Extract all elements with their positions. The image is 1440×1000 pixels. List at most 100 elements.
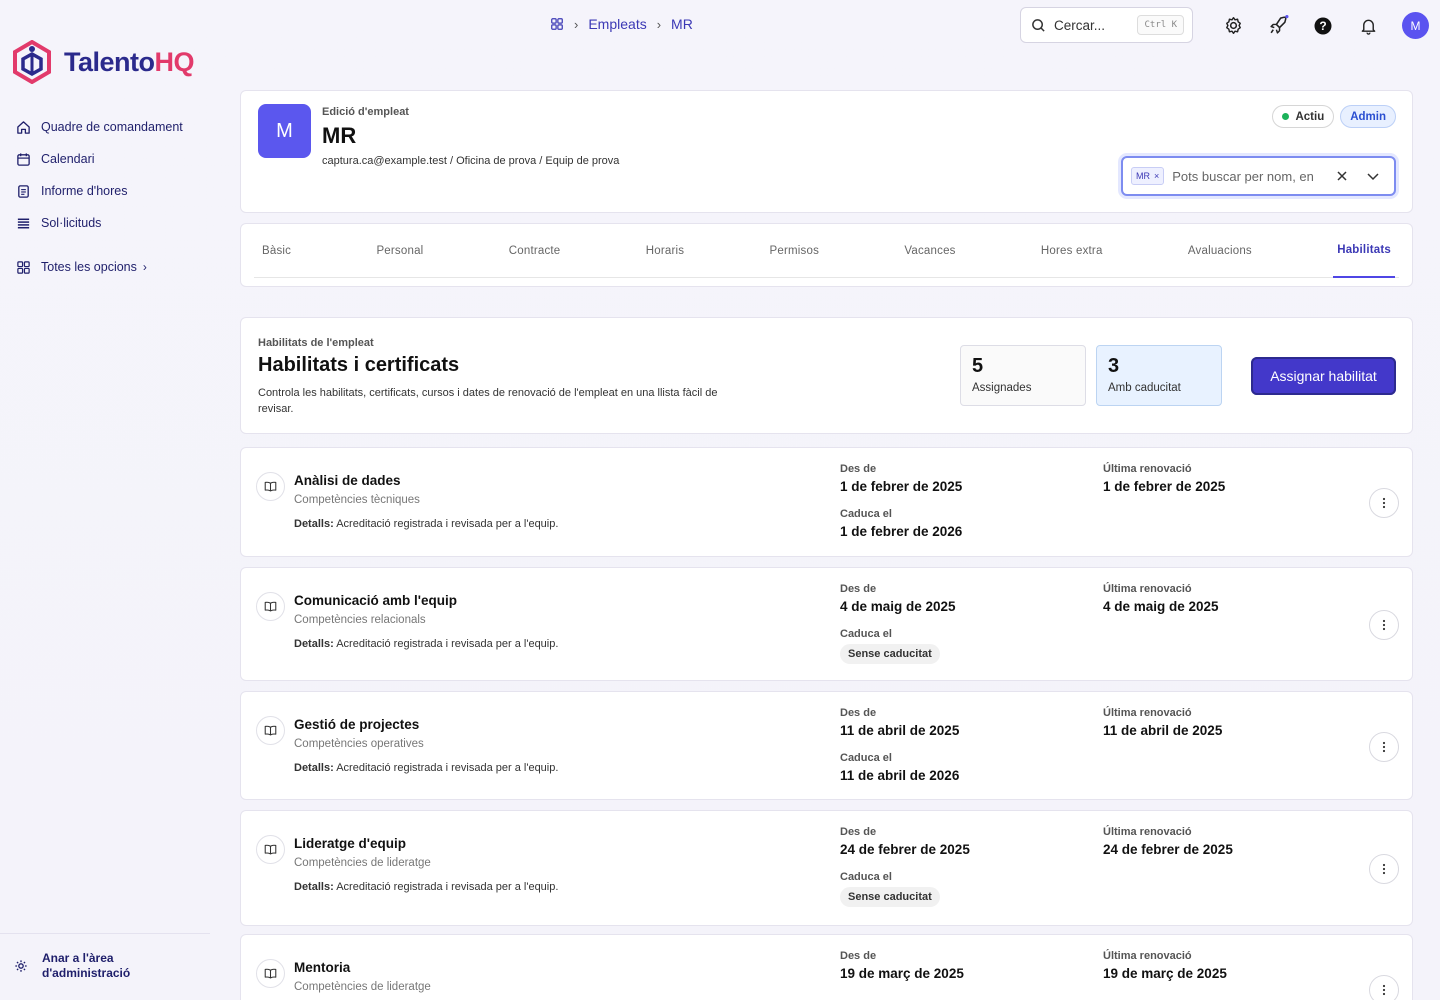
- global-search[interactable]: Cercar... Ctrl K: [1020, 7, 1193, 43]
- employee-meta: captura.ca@example.test / Oficina de pro…: [322, 155, 619, 167]
- tab-contract[interactable]: Contracte: [505, 224, 565, 278]
- from-value: 24 de febrer de 2025: [840, 842, 970, 857]
- renewal-field: Última renovació 24 de febrer de 2025: [1103, 826, 1233, 857]
- search-placeholder: Cercar...: [1054, 17, 1106, 33]
- book-open-icon: [264, 481, 277, 492]
- skill-card: Gestió de projectes Competències operativ…: [240, 691, 1413, 800]
- role-badge: Admin: [1340, 105, 1396, 128]
- employee-selector-input[interactable]: Pots buscar per nom, en: [1172, 169, 1328, 184]
- sidebar-item-dashboard[interactable]: Quadre de comandament: [16, 111, 216, 143]
- calendar-icon: [17, 152, 30, 166]
- sidebar-item-requests[interactable]: Sol·licituds: [16, 207, 216, 239]
- details-text: Acreditació registrada i revisada per a …: [336, 762, 559, 774]
- from-value: 1 de febrer de 2025: [840, 479, 963, 494]
- expires-label: Caduca el: [840, 871, 892, 883]
- skill-category: Competències relacionals: [294, 614, 426, 626]
- notifications-button[interactable]: [1357, 13, 1379, 39]
- details-text: Acreditació registrada i revisada per a …: [336, 638, 559, 650]
- renewal-field: Última renovació 1 de febrer de 2025: [1103, 463, 1225, 494]
- skill-name: Anàlisi de dades: [294, 473, 401, 488]
- whats-new-button[interactable]: [1267, 13, 1289, 39]
- expires-label: Caduca el: [840, 508, 892, 520]
- assigned-count: 5: [972, 355, 984, 377]
- more-vertical-icon: [1382, 619, 1386, 631]
- clear-icon[interactable]: [1336, 170, 1348, 182]
- skill-options-button[interactable]: [1369, 975, 1399, 1000]
- settings-button[interactable]: [1222, 13, 1244, 39]
- renewal-value: 24 de febrer de 2025: [1103, 842, 1233, 857]
- tab-skills[interactable]: Habilitats: [1333, 224, 1395, 278]
- renewal-label: Última renovació: [1103, 707, 1192, 719]
- skill-details: Detalls: Acreditació registrada i revisa…: [294, 881, 558, 893]
- skill-details: Detalls: Acreditació registrada i revisa…: [294, 518, 558, 530]
- skill-name: Gestió de projectes: [294, 717, 420, 732]
- tab-personal[interactable]: Personal: [372, 224, 427, 278]
- renewal-field: Última renovació 4 de maig de 2025: [1103, 583, 1219, 614]
- employee-overline: Edició d'empleat: [322, 106, 409, 118]
- top-actions: ? M: [1222, 12, 1429, 39]
- from-label: Des de: [840, 583, 877, 595]
- details-label: Detalls:: [294, 518, 334, 530]
- from-label: Des de: [840, 463, 877, 475]
- expires-label: Caduca el: [840, 752, 892, 764]
- from-label: Des de: [840, 707, 877, 719]
- expiring-count: 3: [1108, 355, 1120, 377]
- from-value: 19 de març de 2025: [840, 966, 964, 981]
- details-label: Detalls:: [294, 762, 334, 774]
- skill-options-button[interactable]: [1369, 732, 1399, 762]
- status-dot: [1282, 113, 1290, 120]
- book-icon: [256, 592, 285, 621]
- employee-header-card: M Edició d'empleat MR captura.ca@example…: [240, 90, 1413, 213]
- skill-options-button[interactable]: [1369, 488, 1399, 518]
- brand-logo[interactable]: TalentoHQ: [12, 40, 194, 84]
- employee-office: Oficina de prova: [456, 155, 537, 167]
- more-vertical-icon: [1382, 741, 1386, 753]
- home-icon: [17, 120, 30, 134]
- renewal-field: Última renovació 11 de abril de 2025: [1103, 707, 1222, 738]
- chip-remove-icon[interactable]: ×: [1154, 171, 1159, 181]
- skill-options-button[interactable]: [1369, 854, 1399, 884]
- expires-field: Caduca el Sense caducitat: [840, 628, 940, 664]
- breadcrumb-employees[interactable]: Empleats: [588, 16, 646, 32]
- admin-area-link[interactable]: Anar a l'àrea d'administració: [14, 951, 152, 981]
- tab-evaluations[interactable]: Avaluacions: [1184, 224, 1256, 278]
- breadcrumb: › Empleats › MR: [550, 16, 693, 32]
- skill-details: Detalls: Acreditació registrada i revisa…: [294, 762, 558, 774]
- skill-category: Competències de lideratge: [294, 981, 431, 993]
- sidebar-item-all-options[interactable]: Totes les opcions ›: [16, 251, 216, 283]
- assign-skill-button[interactable]: Assignar habilitat: [1251, 357, 1396, 395]
- book-icon: [256, 835, 285, 864]
- employee-selector[interactable]: MR × Pots buscar per nom, en: [1121, 156, 1396, 196]
- skill-card: Comunicació amb l'equip Competències rela…: [240, 567, 1413, 681]
- breadcrumb-current: MR: [671, 16, 693, 32]
- tab-overtime[interactable]: Hores extra: [1037, 224, 1107, 278]
- user-avatar[interactable]: M: [1402, 12, 1429, 39]
- chevron-down-icon[interactable]: [1366, 169, 1380, 183]
- tab-basic[interactable]: Bàsic: [258, 224, 295, 278]
- skill-options-button[interactable]: [1369, 610, 1399, 640]
- tab-vacations[interactable]: Vacances: [900, 224, 959, 278]
- sidebar-item-hours-report[interactable]: Informe d'hores: [16, 175, 216, 207]
- sidebar-item-calendar[interactable]: Calendari: [16, 143, 216, 175]
- employee-badges: Actiu Admin: [1272, 105, 1396, 128]
- brand-name: TalentoHQ: [64, 47, 194, 78]
- chevron-right-icon: ›: [574, 16, 579, 32]
- gear-icon: [1225, 16, 1241, 35]
- help-button[interactable]: ?: [1312, 13, 1334, 39]
- list-icon: [17, 218, 30, 228]
- apps-grid-icon[interactable]: [550, 17, 564, 31]
- assigned-label: Assignades: [972, 382, 1032, 394]
- details-label: Detalls:: [294, 638, 334, 650]
- book-open-icon: [264, 844, 277, 855]
- selected-employee-chip[interactable]: MR ×: [1131, 167, 1165, 185]
- skills-title: Habilitats i certificats: [258, 354, 460, 376]
- search-icon: [1032, 18, 1045, 32]
- tab-permissions[interactable]: Permisos: [766, 224, 824, 278]
- book-open-icon: [264, 601, 277, 612]
- skill-name: Mentoria: [294, 960, 351, 975]
- expires-field: Caduca el 11 de abril de 2026: [840, 752, 959, 783]
- logo-icon: [13, 40, 51, 84]
- tab-schedules[interactable]: Horaris: [642, 224, 688, 278]
- renewal-label: Última renovació: [1103, 826, 1192, 838]
- report-icon: [18, 184, 29, 198]
